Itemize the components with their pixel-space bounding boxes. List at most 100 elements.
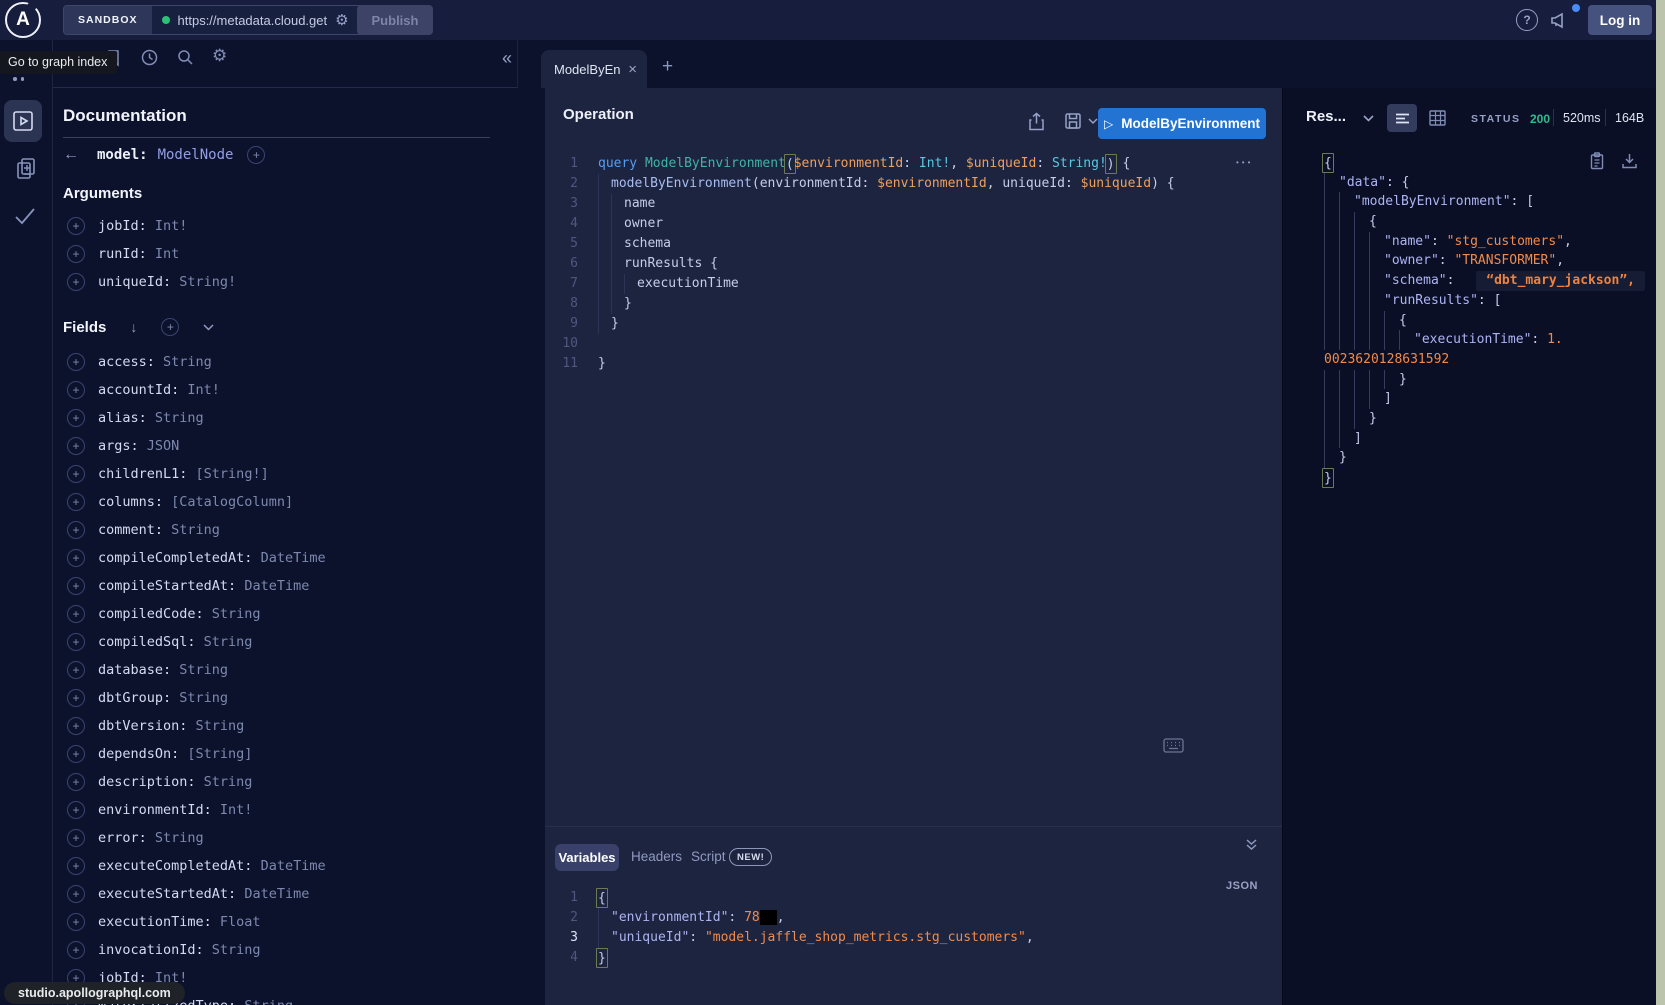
field-type[interactable]: JSON xyxy=(147,438,180,454)
add-field-button[interactable]: + xyxy=(67,801,85,819)
field-name[interactable]: executeCompletedAt: xyxy=(98,858,261,874)
field-name[interactable]: comment: xyxy=(98,522,171,538)
add-field-button[interactable]: + xyxy=(67,521,85,539)
graph-index-icon[interactable] xyxy=(13,77,29,81)
close-tab-icon[interactable]: × xyxy=(628,62,637,77)
field-name[interactable]: access: xyxy=(98,354,163,370)
add-field-button[interactable]: + xyxy=(67,605,85,623)
run-operation-button[interactable]: ▷ ModelByEnvironment xyxy=(1098,108,1266,139)
operation-editor[interactable]: 1query ModelByEnvironment($environmentId… xyxy=(545,154,1175,374)
field-name[interactable]: childrenL1: xyxy=(98,466,196,482)
field-name[interactable]: compiledCode: xyxy=(98,606,212,622)
add-field-button[interactable]: + xyxy=(67,941,85,959)
field-type[interactable]: Float xyxy=(220,914,261,930)
add-field-button[interactable]: + xyxy=(67,717,85,735)
field-name[interactable]: compiledSql: xyxy=(98,634,204,650)
field-type[interactable]: String xyxy=(204,774,253,790)
endpoint-url-field[interactable]: https://metadata.cloud.get ⚙ xyxy=(152,6,382,34)
add-field-button[interactable]: + xyxy=(67,273,85,291)
tree-view-toggle[interactable] xyxy=(1387,104,1417,132)
field-type[interactable]: String xyxy=(196,718,245,734)
schema-diff-nav-item[interactable] xyxy=(13,155,39,181)
field-type[interactable]: [CatalogColumn] xyxy=(171,494,293,510)
field-name[interactable]: dbtVersion: xyxy=(98,718,196,734)
add-type-button[interactable]: + xyxy=(247,146,265,164)
add-field-button[interactable]: + xyxy=(67,493,85,511)
field-name[interactable]: args: xyxy=(98,438,147,454)
field-name[interactable]: compileCompletedAt: xyxy=(98,550,261,566)
sort-fields-icon[interactable]: ↓ xyxy=(130,319,137,335)
add-field-button[interactable]: + xyxy=(67,661,85,679)
field-type[interactable]: String xyxy=(179,690,228,706)
table-view-toggle[interactable] xyxy=(1429,110,1446,126)
collapse-panel-icon[interactable] xyxy=(1245,838,1258,852)
tab-script[interactable]: Script xyxy=(691,849,726,864)
tab-title[interactable]: ModelByEnvi... xyxy=(554,62,620,77)
field-type[interactable]: String xyxy=(155,830,204,846)
field-type[interactable]: [String] xyxy=(187,746,252,762)
keyboard-shortcuts-icon[interactable] xyxy=(1163,738,1184,753)
editor-menu-icon[interactable]: ••• xyxy=(1236,158,1253,167)
field-type[interactable]: String! xyxy=(179,274,236,290)
field-type[interactable]: String xyxy=(155,410,204,426)
tab-modelbyenvironment[interactable]: ModelByEnvi... × xyxy=(541,50,647,88)
publish-button[interactable]: Publish xyxy=(357,5,433,35)
add-field-button[interactable]: + xyxy=(67,409,85,427)
variables-editor[interactable]: 1{2"environmentId": 78,3"uniqueId": "mod… xyxy=(545,888,1034,968)
field-type[interactable]: String xyxy=(179,662,228,678)
field-type[interactable]: String xyxy=(212,606,261,622)
field-name[interactable]: dbtGroup: xyxy=(98,690,179,706)
add-field-button[interactable]: + xyxy=(67,577,85,595)
add-field-button[interactable]: + xyxy=(67,633,85,651)
field-type[interactable]: DateTime xyxy=(261,550,326,566)
settings-gear-icon[interactable]: ⚙ xyxy=(212,46,227,66)
field-name[interactable]: compileStartedAt: xyxy=(98,578,244,594)
add-field-button[interactable]: + xyxy=(67,829,85,847)
save-dropdown-chevron-icon[interactable] xyxy=(1088,118,1098,125)
response-title[interactable]: Res... xyxy=(1306,108,1346,125)
add-field-button[interactable]: + xyxy=(67,437,85,455)
field-type[interactable]: String xyxy=(212,942,261,958)
field-name[interactable]: invocationId: xyxy=(98,942,212,958)
field-name[interactable]: alias: xyxy=(98,410,155,426)
back-arrow-icon[interactable]: ← xyxy=(63,146,79,164)
field-name[interactable]: jobId: xyxy=(98,218,155,234)
explorer-nav-item[interactable] xyxy=(4,100,42,142)
field-name[interactable]: environmentId: xyxy=(98,802,220,818)
add-field-button[interactable]: + xyxy=(67,381,85,399)
add-all-fields-button[interactable]: + xyxy=(161,318,179,336)
field-name[interactable]: description: xyxy=(98,774,204,790)
history-icon[interactable] xyxy=(140,48,159,67)
response-dropdown-chevron-icon[interactable] xyxy=(1363,115,1374,122)
checks-nav-item[interactable] xyxy=(12,203,38,229)
endpoint-settings-gear-icon[interactable]: ⚙ xyxy=(335,13,348,28)
field-type[interactable]: Int xyxy=(155,246,179,262)
endpoint-url-text[interactable]: https://metadata.cloud.get xyxy=(178,13,328,28)
add-field-button[interactable]: + xyxy=(67,465,85,483)
field-type[interactable]: [String!] xyxy=(196,466,269,482)
add-field-button[interactable]: + xyxy=(67,549,85,567)
login-button[interactable]: Log in xyxy=(1588,5,1652,35)
add-field-button[interactable]: + xyxy=(67,217,85,235)
chevron-down-icon[interactable] xyxy=(203,324,214,331)
field-type[interactable]: String xyxy=(171,522,220,538)
tab-variables[interactable]: Variables xyxy=(555,844,619,871)
save-icon[interactable] xyxy=(1064,112,1082,130)
field-name[interactable]: runId: xyxy=(98,246,155,262)
tab-headers[interactable]: Headers xyxy=(631,849,682,864)
field-name[interactable]: dependsOn: xyxy=(98,746,187,762)
search-icon[interactable] xyxy=(176,48,195,67)
field-type[interactable]: DateTime xyxy=(261,858,326,874)
help-icon[interactable]: ? xyxy=(1516,9,1538,31)
field-type[interactable]: DateTime xyxy=(244,578,309,594)
share-icon[interactable] xyxy=(1028,112,1045,131)
field-name[interactable]: executionTime: xyxy=(98,914,220,930)
add-field-button[interactable]: + xyxy=(67,689,85,707)
add-field-button[interactable]: + xyxy=(67,745,85,763)
field-name[interactable]: executeStartedAt: xyxy=(98,886,244,902)
field-name[interactable]: columns: xyxy=(98,494,171,510)
add-field-button[interactable]: + xyxy=(67,913,85,931)
collapse-sidebar-icon[interactable]: « xyxy=(502,49,512,67)
apollo-logo-icon[interactable]: A xyxy=(5,2,41,38)
field-type[interactable]: Int! xyxy=(187,382,220,398)
